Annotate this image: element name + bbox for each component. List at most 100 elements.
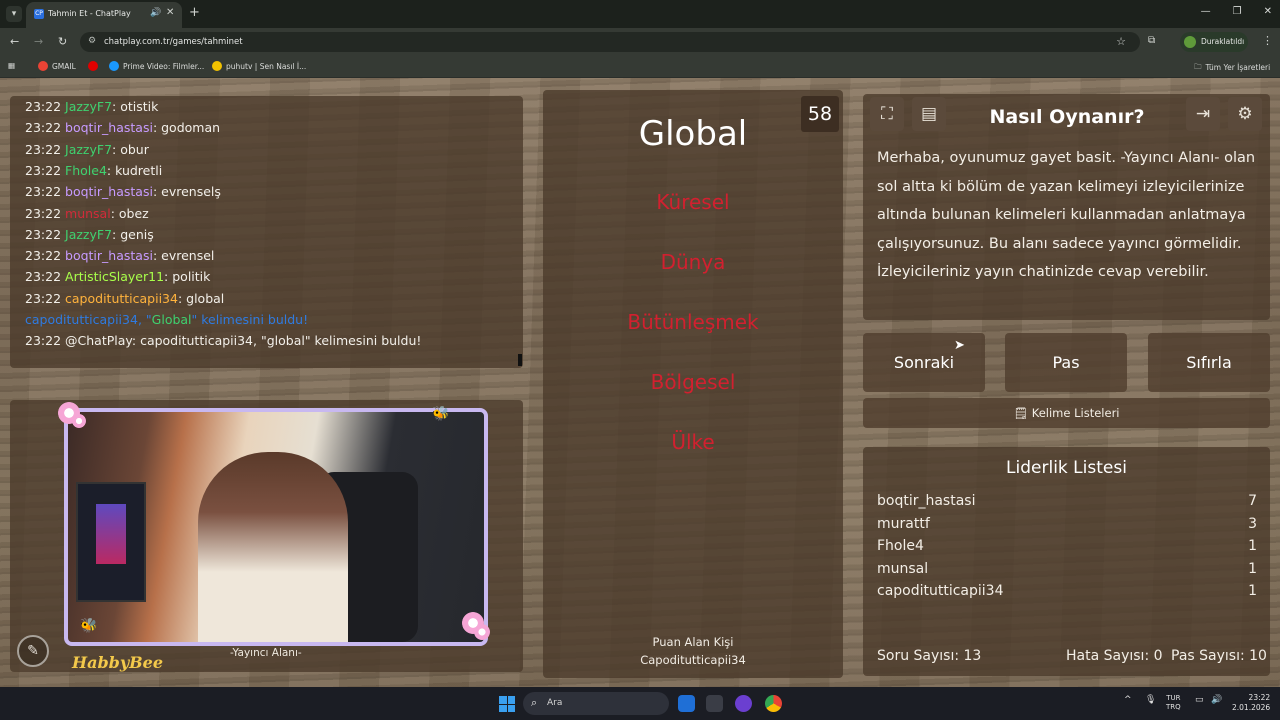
reload-icon[interactable]: ↻ [58,35,67,48]
target-word: Global [638,114,748,154]
chat-username[interactable]: boqtir_hastasi [65,120,153,135]
bookmark-label: Prime Video: Filmler... [123,61,205,71]
found-word: Global [151,312,192,327]
taskbar-search[interactable]: ⌕ Ara [523,692,669,715]
bookmarks-bar: ▦ GMAIL Prime Video: Filmler... puhutv |… [0,56,1280,78]
chrome-icon[interactable] [765,695,782,712]
forward-arrow-icon[interactable]: → [34,35,43,48]
chat-text: : politik [164,269,211,285]
forbidden-word: Küresel [656,190,730,214]
chat-text: : obez [110,205,149,221]
minimize-icon[interactable]: — [1201,6,1211,17]
chat-username[interactable]: boqtir_hastasi [65,248,153,263]
browser-tab[interactable]: CP Tahmin Et - ChatPlay 🔊 ✕ [26,2,182,28]
chat-username[interactable]: boqtir_hastasi [65,184,153,199]
word-lists-button[interactable]: 🗒 Kelime Listeleri [863,398,1270,428]
how-to-play-title: Nasıl Oynanır? [989,106,1145,128]
chat-username[interactable]: JazzyF7 [65,227,112,242]
extensions-icon[interactable]: ⧉ [1148,35,1155,46]
chat-message: 23:22 boqtir_hastasi: evrenselş [25,184,221,199]
player-name: murattf [877,515,930,532]
gear-icon[interactable]: ⚙ [1228,97,1262,131]
player-name: munsal [877,560,929,577]
search-icon: ⌕ [531,696,538,709]
chat-text: : global [177,290,225,306]
chat-username[interactable]: JazzyF7 [65,142,112,157]
question-count: Soru Sayısı: 13 [877,648,982,664]
close-window-icon[interactable]: ✕ [1264,6,1272,17]
chat-message: 23:22 capoditutticapii34: global [25,291,224,306]
tab-search-icon[interactable]: ▾ [6,6,22,22]
prime-video-icon [109,61,119,71]
back-arrow-icon[interactable]: ← [10,35,19,48]
speaker-icon[interactable]: 🔊 [150,8,161,18]
notes-icon[interactable]: ▤ [912,97,946,131]
next-button[interactable]: Sonraki [863,333,985,392]
error-count: Hata Sayısı: 0 [1066,648,1163,664]
chat-message: 23:22 ArtisticSlayer11: politik [25,269,210,284]
microphone-icon[interactable]: 🎙 [1145,695,1156,705]
forbidden-word: Ülke [671,430,715,454]
search-placeholder: Ara [547,698,563,708]
logout-icon[interactable]: ⇥ [1186,97,1220,131]
site-info-icon[interactable]: ⚙ [88,36,96,46]
chat-scrollbar[interactable] [518,354,522,366]
url-bar[interactable]: ⚙ chatplay.com.tr/games/tahminet ☆ [80,32,1140,52]
language-indicator[interactable]: TUR TRQ [1166,694,1181,712]
fullscreen-icon[interactable]: ⛶ [870,97,904,131]
chat-text: : godoman [152,120,221,136]
youtube-icon [88,61,98,71]
chat-username[interactable]: capoditutticapii34 [65,291,178,306]
webcam-streamer [198,452,348,642]
bookmark-prime-video[interactable]: Prime Video: Filmler... [109,61,204,71]
app-icon[interactable] [678,695,695,712]
chat-time: 23:22 [25,290,62,306]
browser-menu-icon[interactable]: ⋮ [1262,34,1273,47]
bookmark-puhutv[interactable]: puhutv | Sen Nasıl İ... [212,61,306,71]
tab-title: Tahmin Et - ChatPlay [48,9,131,18]
bookmark-star-icon[interactable]: ☆ [1116,35,1126,48]
chat-username[interactable]: ArtisticSlayer11 [65,269,164,284]
apps-grid-icon[interactable]: ▦ [8,61,15,70]
tray-chevron-icon[interactable]: ^ [1124,695,1132,705]
chat-username[interactable]: JazzyF7 [65,99,112,114]
clock-time: 23:22 [1248,693,1271,702]
bookmark-youtube[interactable] [88,61,98,71]
chat-time: 23:22 [25,269,62,285]
bookmark-label: puhutv | Sen Nasıl İ... [226,61,307,71]
windows-start-icon[interactable] [499,696,515,712]
leaderboard-row: murattf 3 [877,516,1257,532]
keyboard-code: TRQ [1166,703,1181,711]
flower-sticker-icon [474,624,490,640]
chat-message: 23:22 JazzyF7: obur [25,142,149,157]
chat-text: : geniş [112,226,154,242]
system-clock[interactable]: 23:22 2.01.2026 [1232,693,1270,713]
scorer-name: Capoditutticapii34 [640,653,746,667]
url-text[interactable]: chatplay.com.tr/games/tahminet [104,37,243,47]
restore-icon[interactable]: ❐ [1233,6,1242,17]
pass-button[interactable]: Pas [1005,333,1127,392]
chat-username[interactable]: munsal [65,206,111,221]
player-score: 3 [1248,515,1257,532]
leaderboard-title: Liderlik Listesi [1006,458,1127,478]
chat-text: : otistik [112,99,159,114]
bookmark-gmail[interactable]: GMAIL [38,61,76,71]
word-lists-label: Kelime Listeleri [1031,406,1120,420]
app-icon[interactable] [706,695,723,712]
webcam-pc-case [76,482,146,602]
all-bookmarks-folder[interactable]: 🗀 Tüm Yer İşaretleri [1194,61,1270,74]
volume-icon[interactable]: 🔊 [1211,695,1222,705]
reset-button[interactable]: Sıfırla [1148,333,1270,392]
new-tab-plus-icon[interactable]: + [189,5,200,20]
chat-text: : obur [112,141,149,157]
profile-button[interactable]: Duraklatıldı [1180,32,1248,52]
app-icon[interactable] [735,695,752,712]
habbybee-logo: HabbyBee [72,653,164,672]
chat-time: 23:22 [25,205,62,221]
edit-pencil-button[interactable]: ✎ [17,635,49,667]
chat-username[interactable]: Fhole4 [65,163,107,178]
chat-time: 23:22 [25,333,62,349]
close-tab-icon[interactable]: ✕ [166,7,174,18]
network-icon[interactable]: ▭ [1195,695,1204,705]
chat-message: 23:22 boqtir_hastasi: evrensel [25,248,214,263]
